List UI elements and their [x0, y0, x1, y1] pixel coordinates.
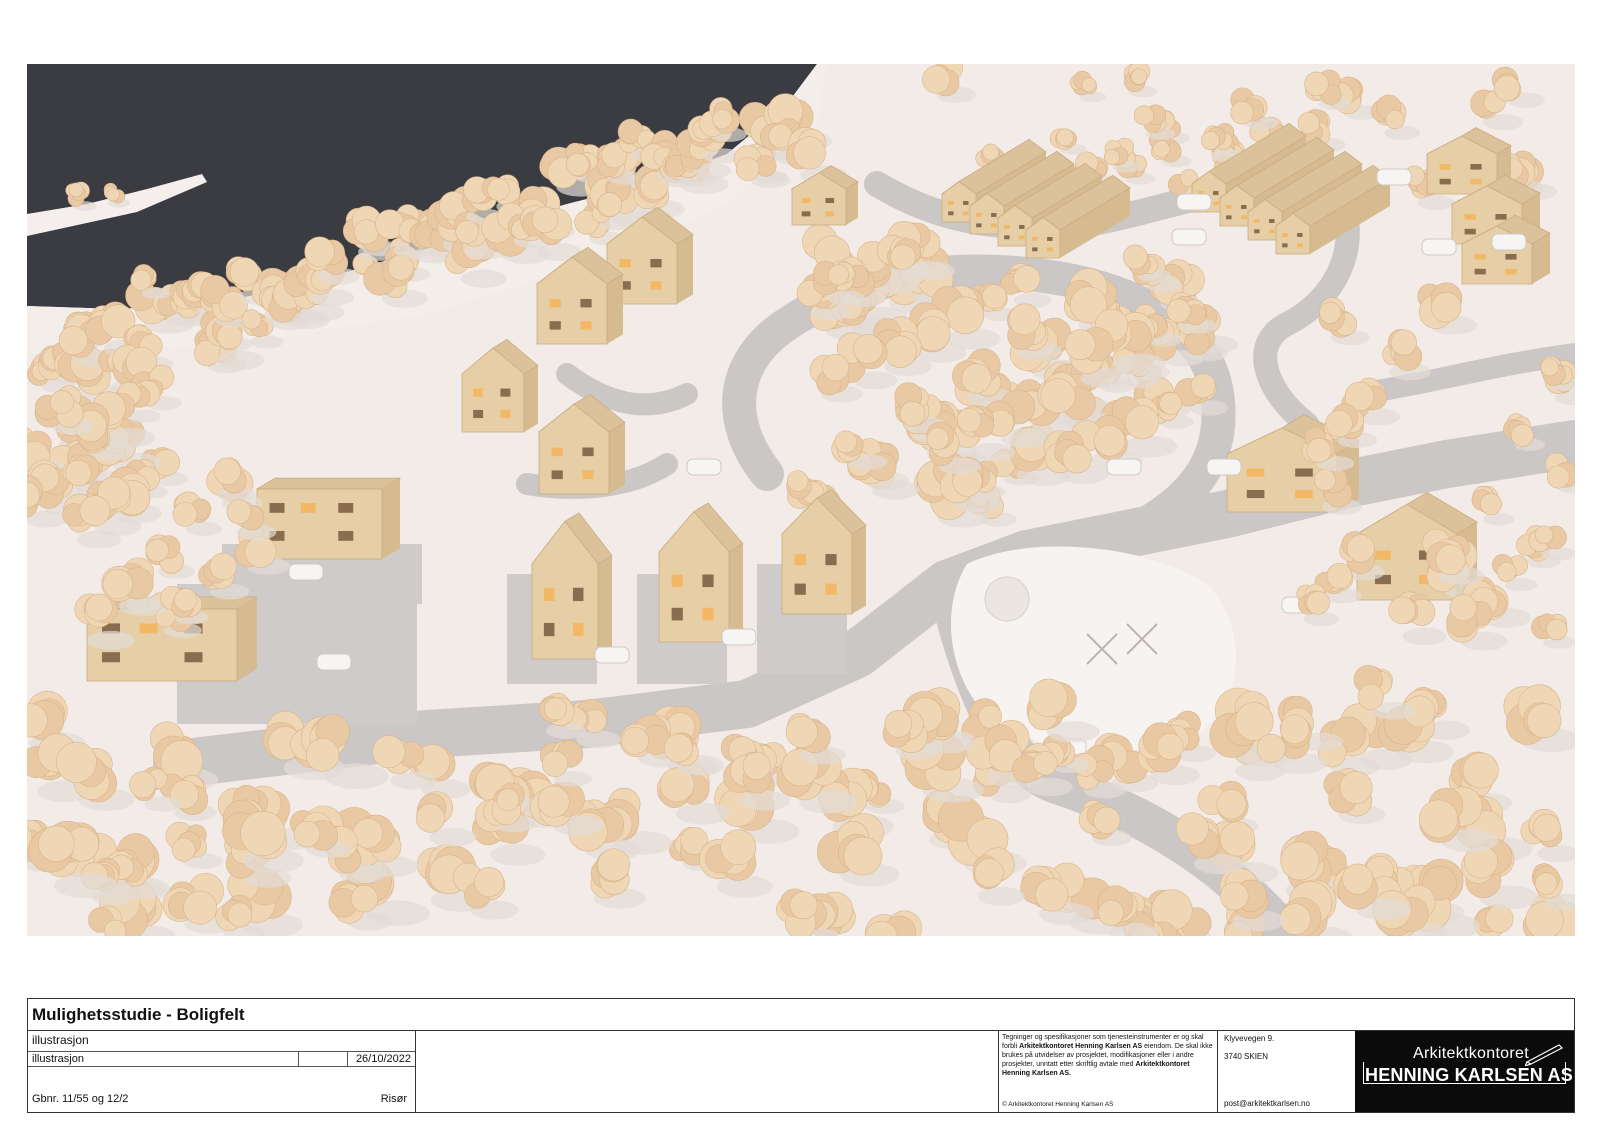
copyright-notice: Tegninger og spesifikasjoner som tjenest… — [998, 1031, 1218, 1112]
car — [1106, 458, 1142, 476]
sheet-name: illustrasjon — [32, 1053, 84, 1065]
logo-line-1: Arkitektkontoret — [1413, 1045, 1529, 1062]
divider — [298, 1052, 299, 1066]
drawing-info: illustrasjon illustrasjon 26/10/2022 Gbn… — [28, 1031, 416, 1112]
place-name: Risør — [380, 1093, 407, 1105]
site-model-illustration — [27, 64, 1575, 936]
sheet-row: illustrasjon 26/10/2022 — [28, 1051, 415, 1067]
car — [1376, 168, 1412, 186]
title-block: Mulighetsstudie - Boligfelt illustrasjon… — [27, 998, 1575, 1113]
car — [1171, 228, 1207, 246]
car — [1176, 193, 1212, 211]
legal-company: Arkitektkontoret Henning Karlsen AS — [1019, 1043, 1143, 1050]
car — [1421, 238, 1457, 256]
car — [721, 628, 757, 646]
office-address: Klyvevegen 9. 3740 SKIEN post@arkitektka… — [1218, 1031, 1355, 1112]
drawing-date: 26/10/2022 — [355, 1053, 411, 1065]
property-number: Gbnr. 11/55 og 12/2 — [32, 1093, 129, 1105]
car — [594, 646, 630, 664]
city-address: 3740 SKIEN — [1224, 1052, 1269, 1061]
house — [255, 477, 402, 560]
email-address[interactable]: post@arkitektkarlsen.no — [1224, 1099, 1310, 1108]
car — [288, 563, 324, 581]
drawing-type: illustrasjon — [32, 1033, 89, 1047]
car — [1491, 233, 1527, 251]
project-title: Mulighetsstudie - Boligfelt — [28, 999, 1574, 1031]
pen-icon — [1525, 1044, 1564, 1066]
car — [686, 458, 722, 476]
car — [316, 653, 352, 671]
logo-line-2: HENNING KARLSEN AS — [1365, 1065, 1573, 1085]
street-address: Klyvevegen 9. — [1224, 1034, 1275, 1043]
site-rendering — [27, 64, 1575, 936]
company-logo: Arkitektkontoret HENNING KARLSEN AS — [1355, 1031, 1574, 1112]
divider — [347, 1052, 348, 1066]
copyright-line: © Arkitektkontoret Henning Karlsen AS — [1002, 1101, 1114, 1108]
car — [1206, 458, 1242, 476]
